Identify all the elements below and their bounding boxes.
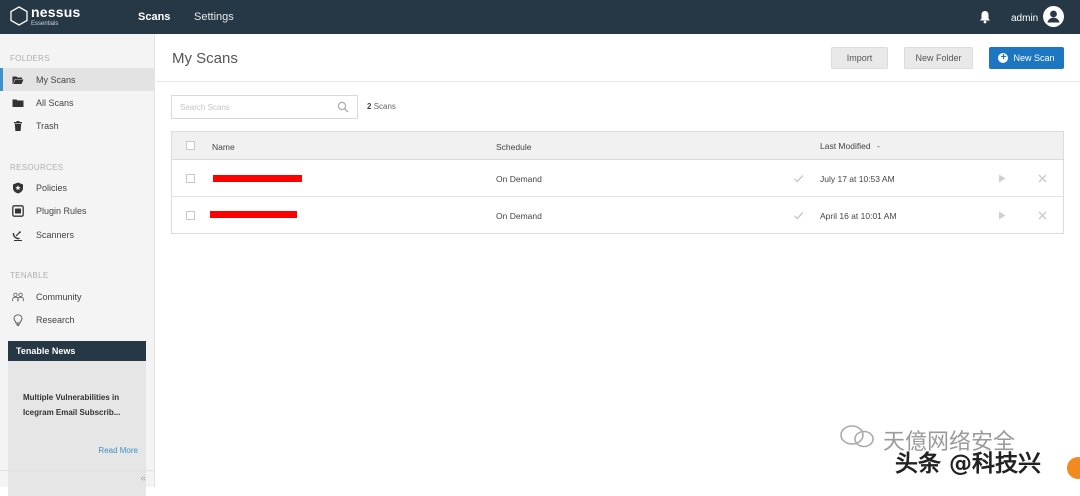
sidebar-item-my-scans[interactable]: My Scans: [0, 68, 154, 91]
row-checkbox[interactable]: [186, 211, 195, 220]
collapse-chevron-icon: «: [140, 473, 146, 484]
sidebar-item-label: Community: [36, 291, 82, 302]
delete-x-icon[interactable]: [1038, 174, 1047, 183]
sidebar-item-label: Plugin Rules: [36, 205, 87, 216]
table-header: Name Schedule Last Modified -: [172, 132, 1063, 160]
bell-icon[interactable]: [979, 10, 991, 24]
wechat-icon: [840, 425, 874, 448]
scan-count-label: Scans: [373, 102, 396, 111]
page-title: My Scans: [172, 50, 238, 67]
column-header-name[interactable]: Name: [212, 142, 235, 152]
check-icon: [794, 212, 804, 220]
new-scan-label: New Scan: [1013, 53, 1055, 63]
search-input[interactable]: Search Scans: [171, 95, 358, 119]
row-checkbox[interactable]: [186, 174, 195, 183]
sidebar: FOLDERS My Scans All Scans Trash RESOURC…: [0, 34, 155, 496]
read-more-link[interactable]: Read More: [98, 446, 138, 455]
sidebar-item-scanners[interactable]: Scanners: [0, 223, 154, 246]
community-icon: [12, 291, 24, 303]
search-icon[interactable]: [337, 101, 349, 113]
scans-table: Name Schedule Last Modified - On Demand …: [171, 131, 1064, 234]
nav-tab-settings[interactable]: Settings: [194, 11, 234, 23]
sidebar-item-label: Research: [36, 314, 75, 325]
plugin-icon: [12, 204, 24, 217]
satellite-dish-icon: [12, 229, 24, 241]
logo-name: nessus: [31, 4, 81, 20]
column-header-last-modified[interactable]: Last Modified: [820, 141, 871, 151]
tenable-heading: TENABLE: [10, 271, 49, 280]
sidebar-item-label: Scanners: [36, 229, 75, 240]
user-name[interactable]: admin: [1011, 13, 1038, 24]
delete-x-icon[interactable]: [1038, 211, 1047, 220]
new-scan-button[interactable]: + New Scan: [989, 47, 1064, 69]
row-schedule: On Demand: [496, 174, 542, 184]
sidebar-item-label: My Scans: [36, 74, 76, 85]
sidebar-item-community[interactable]: Community: [0, 285, 154, 308]
sidebar-item-policies[interactable]: Policies: [0, 176, 154, 199]
folder-icon: [12, 97, 24, 109]
row-schedule: On Demand: [496, 211, 542, 221]
plus-circle-icon: +: [998, 53, 1009, 63]
new-folder-button[interactable]: New Folder: [904, 47, 973, 69]
row-last-modified: April 16 at 10:01 AM: [820, 211, 897, 221]
watermark-badge-icon: [1067, 457, 1080, 479]
folders-heading: FOLDERS: [10, 54, 50, 63]
sort-indicator-icon[interactable]: -: [877, 141, 880, 151]
scan-count: 2 Scans: [367, 102, 396, 111]
search-placeholder: Search Scans: [180, 103, 230, 112]
folder-open-icon: [12, 74, 24, 86]
shield-icon: [12, 182, 24, 194]
user-avatar[interactable]: [1043, 6, 1064, 27]
logo-subtitle: Essentials: [31, 21, 59, 27]
launch-play-icon[interactable]: [998, 174, 1006, 183]
redacted-scan-name[interactable]: [210, 211, 297, 218]
user-icon: [1047, 10, 1060, 23]
scan-count-number: 2: [367, 102, 372, 111]
nav-tab-scans[interactable]: Scans: [138, 11, 170, 23]
sidebar-collapse-bar[interactable]: «: [0, 470, 154, 487]
row-last-modified: July 17 at 10:53 AM: [820, 174, 895, 184]
trash-icon: [12, 120, 24, 132]
sidebar-item-label: Trash: [36, 120, 59, 131]
header-divider: [156, 81, 1080, 82]
column-header-schedule[interactable]: Schedule: [496, 142, 531, 152]
sidebar-item-label: All Scans: [36, 97, 74, 108]
watermark: 天億网络安全 头条 @科技兴: [835, 420, 1080, 487]
sidebar-item-all-scans[interactable]: All Scans: [0, 91, 154, 114]
table-row[interactable]: On Demand April 16 at 10:01 AM: [172, 197, 1063, 234]
import-button[interactable]: Import: [831, 47, 888, 69]
select-all-checkbox[interactable]: [186, 141, 195, 150]
logo-hexagon-icon: [10, 6, 28, 26]
redacted-scan-name[interactable]: [213, 175, 302, 182]
lightbulb-icon: [12, 313, 24, 326]
launch-play-icon[interactable]: [998, 211, 1006, 220]
top-navigation-bar: nessus Essentials Scans Settings admin: [0, 0, 1080, 34]
check-icon: [794, 175, 804, 183]
table-row[interactable]: On Demand July 17 at 10:53 AM: [172, 160, 1063, 197]
sidebar-item-trash[interactable]: Trash: [0, 114, 154, 137]
sidebar-item-label: Policies: [36, 182, 68, 193]
news-heading: Tenable News: [8, 341, 146, 361]
news-article-title[interactable]: Multiple Vulnerabilities in Icegram Emai…: [23, 390, 141, 420]
watermark-line-2: 头条 @科技兴: [895, 451, 1042, 477]
sidebar-item-research[interactable]: Research: [0, 308, 154, 331]
sidebar-item-plugin-rules[interactable]: Plugin Rules: [0, 199, 154, 222]
nessus-logo[interactable]: nessus Essentials: [10, 5, 80, 27]
resources-heading: RESOURCES: [10, 163, 64, 172]
